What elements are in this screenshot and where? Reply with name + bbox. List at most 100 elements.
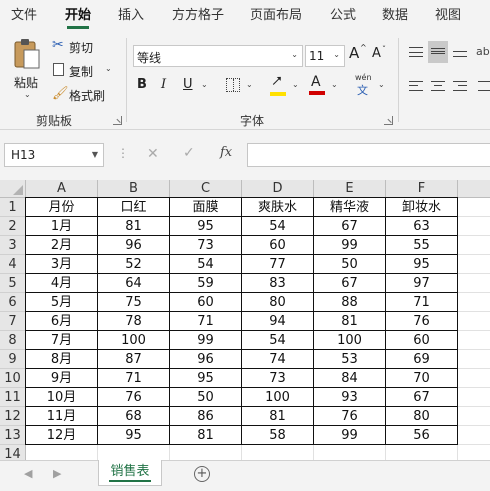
table-cell[interactable]: 75 bbox=[98, 293, 170, 312]
table-cell[interactable]: 9月 bbox=[26, 369, 98, 388]
table-cell[interactable]: 95 bbox=[98, 426, 170, 445]
table-cell[interactable] bbox=[458, 350, 490, 369]
table-cell[interactable] bbox=[458, 445, 490, 460]
table-cell[interactable]: 55 bbox=[386, 236, 458, 255]
tab-view[interactable]: 视图 bbox=[435, 0, 461, 32]
table-cell[interactable]: 59 bbox=[170, 274, 242, 293]
row-header[interactable]: 14 bbox=[0, 445, 26, 460]
table-cell[interactable]: 58 bbox=[242, 426, 314, 445]
row-header[interactable]: 9 bbox=[0, 350, 26, 369]
table-cell[interactable] bbox=[458, 388, 490, 407]
table-cell[interactable]: 80 bbox=[242, 293, 314, 312]
table-cell[interactable] bbox=[458, 274, 490, 293]
table-cell[interactable]: 95 bbox=[386, 255, 458, 274]
table-cell[interactable]: 71 bbox=[98, 369, 170, 388]
phonetic-dropdown-icon[interactable]: ⌄ bbox=[378, 80, 385, 89]
row-header[interactable]: 7 bbox=[0, 312, 26, 331]
align-middle-button[interactable] bbox=[428, 41, 448, 63]
table-cell[interactable]: 60 bbox=[386, 331, 458, 350]
table-header-cell[interactable]: 月份 bbox=[26, 198, 98, 217]
font-color-dropdown-icon[interactable]: ⌄ bbox=[331, 80, 338, 89]
table-cell[interactable]: 74 bbox=[242, 350, 314, 369]
table-cell[interactable]: 67 bbox=[386, 388, 458, 407]
table-cell[interactable] bbox=[458, 312, 490, 331]
table-cell[interactable]: 73 bbox=[170, 236, 242, 255]
tab-home[interactable]: 开始 bbox=[65, 0, 91, 32]
align-top-button[interactable] bbox=[409, 45, 425, 61]
phonetic-button[interactable]: wén 文 bbox=[355, 73, 373, 97]
table-cell[interactable] bbox=[458, 198, 490, 217]
align-center-button[interactable] bbox=[431, 80, 447, 96]
table-cell[interactable] bbox=[458, 255, 490, 274]
name-box[interactable]: H13 ▼ bbox=[4, 143, 104, 167]
table-cell[interactable]: 70 bbox=[386, 369, 458, 388]
tab-formulas[interactable]: 公式 bbox=[330, 0, 356, 32]
column-header-f[interactable]: F bbox=[386, 180, 458, 198]
table-cell[interactable]: 4月 bbox=[26, 274, 98, 293]
column-header-c[interactable]: C bbox=[170, 180, 242, 198]
clipboard-launcher-icon[interactable] bbox=[113, 116, 122, 125]
copy-button[interactable]: 复制 ⌄ bbox=[52, 62, 114, 80]
row-header[interactable]: 2 bbox=[0, 217, 26, 236]
table-cell[interactable]: 2月 bbox=[26, 236, 98, 255]
table-cell[interactable]: 63 bbox=[386, 217, 458, 236]
row-header[interactable]: 1 bbox=[0, 198, 26, 217]
font-name-select[interactable]: 等线 ⌄ bbox=[133, 45, 303, 67]
table-cell[interactable]: 95 bbox=[170, 369, 242, 388]
fill-color-button[interactable]: ⭧ bbox=[270, 72, 290, 98]
table-cell[interactable]: 76 bbox=[386, 312, 458, 331]
table-cell[interactable]: 50 bbox=[170, 388, 242, 407]
table-cell[interactable]: 83 bbox=[242, 274, 314, 293]
row-header[interactable]: 5 bbox=[0, 274, 26, 293]
table-cell[interactable]: 54 bbox=[242, 217, 314, 236]
row-header[interactable]: 12 bbox=[0, 407, 26, 426]
table-cell[interactable]: 99 bbox=[170, 331, 242, 350]
table-cell[interactable] bbox=[458, 426, 490, 445]
table-cell[interactable]: 52 bbox=[98, 255, 170, 274]
table-cell[interactable]: 100 bbox=[314, 331, 386, 350]
table-cell[interactable]: 3月 bbox=[26, 255, 98, 274]
table-cell[interactable]: 95 bbox=[170, 217, 242, 236]
table-cell[interactable]: 97 bbox=[386, 274, 458, 293]
align-bottom-button[interactable] bbox=[453, 45, 469, 61]
table-cell[interactable]: 53 bbox=[314, 350, 386, 369]
table-cell[interactable]: 100 bbox=[242, 388, 314, 407]
table-cell[interactable]: 100 bbox=[98, 331, 170, 350]
italic-button[interactable]: I bbox=[161, 77, 175, 95]
table-cell[interactable] bbox=[314, 445, 386, 460]
insert-function-icon[interactable]: fx bbox=[220, 145, 232, 160]
row-header[interactable]: 4 bbox=[0, 255, 26, 274]
table-cell[interactable]: 81 bbox=[170, 426, 242, 445]
sheet-tab-sales[interactable]: 销售表 bbox=[98, 460, 162, 486]
align-right-button[interactable] bbox=[453, 80, 469, 96]
table-header-cell[interactable]: 卸妆水 bbox=[386, 198, 458, 217]
table-cell[interactable]: 77 bbox=[242, 255, 314, 274]
table-cell[interactable]: 96 bbox=[170, 350, 242, 369]
column-header-b[interactable]: B bbox=[98, 180, 170, 198]
table-cell[interactable]: 67 bbox=[314, 217, 386, 236]
table-cell[interactable]: 81 bbox=[314, 312, 386, 331]
table-cell[interactable]: 6月 bbox=[26, 312, 98, 331]
font-launcher-icon[interactable] bbox=[384, 116, 393, 125]
font-color-button[interactable]: A bbox=[309, 74, 327, 98]
table-cell[interactable]: 78 bbox=[98, 312, 170, 331]
wrap-text-button[interactable]: ab bbox=[476, 45, 490, 63]
table-cell[interactable]: 99 bbox=[314, 426, 386, 445]
table-cell[interactable]: 64 bbox=[98, 274, 170, 293]
table-cell[interactable]: 76 bbox=[98, 388, 170, 407]
table-cell[interactable]: 71 bbox=[386, 293, 458, 312]
table-cell[interactable]: 71 bbox=[170, 312, 242, 331]
table-cell[interactable]: 10月 bbox=[26, 388, 98, 407]
formula-bar-grip-icon[interactable]: ⋮ bbox=[117, 146, 129, 160]
table-cell[interactable]: 80 bbox=[386, 407, 458, 426]
table-cell[interactable]: 60 bbox=[170, 293, 242, 312]
row-header[interactable]: 13 bbox=[0, 426, 26, 445]
column-header-d[interactable]: D bbox=[242, 180, 314, 198]
table-cell[interactable]: 93 bbox=[314, 388, 386, 407]
table-cell[interactable]: 60 bbox=[242, 236, 314, 255]
table-cell[interactable] bbox=[458, 407, 490, 426]
table-cell[interactable]: 88 bbox=[314, 293, 386, 312]
borders-button[interactable] bbox=[226, 78, 240, 92]
cut-button[interactable]: ✂ 剪切 bbox=[52, 37, 108, 56]
underline-button[interactable]: U bbox=[183, 77, 197, 95]
